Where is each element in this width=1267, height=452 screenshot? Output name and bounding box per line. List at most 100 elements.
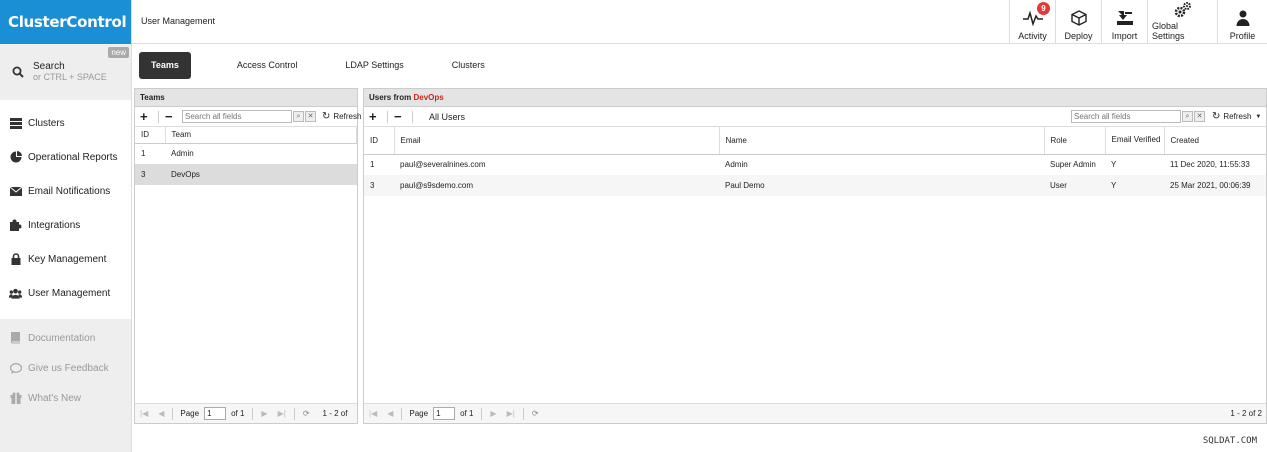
team-name: DevOps	[165, 164, 357, 185]
user-verified: Y	[1105, 175, 1164, 196]
table-row-selected[interactable]: 3 DevOps	[135, 164, 357, 185]
last-page-icon[interactable]: ▶|	[507, 409, 515, 418]
column-header-email[interactable]: Email	[394, 127, 720, 155]
activity-button[interactable]: 9 Activity	[1009, 0, 1055, 44]
import-button[interactable]: Import	[1101, 0, 1147, 44]
sidebar-item-label: Clusters	[28, 117, 65, 129]
column-header-team[interactable]: Team	[165, 127, 357, 144]
tab-access-control[interactable]: Access Control	[225, 52, 310, 79]
refresh-label: Refresh	[1223, 112, 1252, 121]
users-team-name: DevOps	[413, 93, 444, 102]
profile-button[interactable]: Profile	[1217, 0, 1267, 44]
column-header-id[interactable]: ID	[364, 127, 395, 155]
user-name: Admin	[725, 160, 748, 170]
add-team-icon[interactable]: +	[140, 109, 152, 124]
server-icon	[9, 117, 22, 129]
user-id: 3	[364, 175, 394, 196]
sidebar-item-feedback[interactable]: Give us Feedback	[0, 353, 131, 383]
sidebar-item-label: Operational Reports	[28, 151, 118, 163]
team-id: 3	[135, 164, 165, 185]
tab-clusters[interactable]: Clusters	[440, 52, 497, 79]
record-range: 1 - 2 of	[322, 409, 348, 418]
user-role: Super Admin	[1050, 160, 1096, 170]
table-row[interactable]: 1 Admin	[135, 143, 357, 164]
remove-user-icon[interactable]: −	[394, 109, 406, 124]
sidebar-item-label: Give us Feedback	[28, 362, 109, 374]
search-icon[interactable]: ⌕	[1182, 111, 1193, 122]
user-email: paul@severalnines.com	[400, 160, 486, 170]
puzzle-icon	[9, 219, 22, 231]
new-badge: new	[108, 47, 129, 58]
sidebar-item-documentation[interactable]: Documentation	[0, 323, 131, 353]
clear-search-icon[interactable]: ✕	[1194, 111, 1205, 122]
table-row[interactable]: 1 paul@severalnines.com Admin Super Admi…	[364, 154, 1266, 175]
global-search[interactable]: Search or CTRL + SPACE new	[0, 44, 131, 100]
users-title-prefix: Users from	[369, 93, 412, 102]
users-toolbar: + − All Users Search all fields ⌕ ✕ ↻ Ref…	[364, 107, 1266, 127]
sidebar-item-operational-reports[interactable]: Operational Reports	[0, 140, 131, 174]
all-users-button[interactable]: All Users	[429, 112, 465, 122]
column-header-role[interactable]: Role	[1044, 127, 1106, 155]
search-icon	[12, 66, 26, 100]
clear-search-icon[interactable]: ✕	[305, 111, 316, 122]
teams-panel-title: Teams	[135, 89, 357, 107]
user-management-tabs: Teams Access Control LDAP Settings Clust…	[139, 52, 521, 79]
prev-page-icon[interactable]: ◀	[387, 409, 393, 418]
teams-panel: Teams + − Search all fields ⌕ ✕ ↻ Refresh…	[134, 88, 361, 424]
sidebar-item-label: What's New	[28, 392, 82, 404]
refresh-icon: ↻	[322, 111, 331, 122]
sidebar-item-key-management[interactable]: Key Management	[0, 242, 131, 276]
page-label: Page	[409, 409, 429, 418]
reload-icon[interactable]: ⟳	[303, 409, 310, 418]
sidebar-item-email-notifications[interactable]: Email Notifications	[0, 174, 131, 208]
page-input[interactable]: 1	[433, 407, 456, 420]
tab-teams[interactable]: Teams	[139, 52, 191, 79]
first-page-icon[interactable]: |◀	[140, 409, 148, 418]
users-search-input[interactable]: Search all fields	[1071, 110, 1181, 123]
sidebar: ClusterControl Search or CTRL + SPACE ne…	[0, 0, 132, 452]
column-header-name[interactable]: Name	[719, 127, 1045, 155]
pie-chart-icon	[9, 151, 22, 163]
activity-label: Activity	[1018, 31, 1047, 41]
users-table: ID Email Name Role Email Verified Create…	[364, 127, 1266, 196]
users-refresh-button[interactable]: ↻ Refresh ▼	[1212, 111, 1261, 122]
last-page-icon[interactable]: ▶|	[278, 409, 286, 418]
sidebar-item-user-management[interactable]: User Management	[0, 276, 131, 310]
profile-label: Profile	[1229, 31, 1256, 41]
column-header-id[interactable]: ID	[135, 127, 166, 144]
first-page-icon[interactable]: |◀	[369, 409, 377, 418]
page-input[interactable]: 1	[204, 407, 227, 420]
remove-team-icon[interactable]: −	[165, 109, 177, 124]
chevron-down-icon: ▼	[1255, 113, 1262, 120]
prev-page-icon[interactable]: ◀	[158, 409, 164, 418]
teams-search-input[interactable]: Search all fields	[182, 110, 292, 123]
sidebar-item-whats-new[interactable]: What's New	[0, 383, 131, 413]
reload-icon[interactable]: ⟳	[532, 409, 539, 418]
teams-table: ID Team 1 Admin 3 DevOps	[135, 127, 357, 185]
sidebar-item-clusters[interactable]: Clusters	[0, 106, 131, 140]
page-title: User Management	[141, 16, 216, 26]
add-user-icon[interactable]: +	[369, 109, 381, 124]
table-row[interactable]: 3 paul@s9sdemo.com Paul Demo User Y 25 M…	[364, 175, 1266, 196]
tab-ldap-settings[interactable]: LDAP Settings	[333, 52, 415, 79]
next-page-icon[interactable]: ▶	[490, 409, 496, 418]
sidebar-secondary: Documentation Give us Feedback What's Ne…	[0, 319, 131, 413]
deploy-button[interactable]: Deploy	[1055, 0, 1101, 44]
sidebar-item-label: Key Management	[28, 253, 107, 265]
teams-refresh-button[interactable]: ↻ Refresh	[322, 111, 361, 122]
app-logo[interactable]: ClusterControl	[0, 0, 131, 44]
next-page-icon[interactable]: ▶	[261, 409, 267, 418]
page-count: of 1	[460, 409, 474, 418]
column-header-created[interactable]: Created	[1164, 127, 1266, 155]
page-count: of 1	[231, 409, 245, 418]
user-id: 1	[370, 160, 375, 170]
team-name: Admin	[171, 149, 194, 159]
teams-toolbar: + − Search all fields ⌕ ✕ ↻ Refresh	[135, 107, 361, 127]
sidebar-item-integrations[interactable]: Integrations	[0, 208, 131, 242]
user-role: User	[1044, 175, 1105, 196]
users-icon	[9, 287, 22, 299]
global-settings-button[interactable]: Global Settings	[1147, 0, 1217, 44]
search-icon[interactable]: ⌕	[293, 111, 304, 122]
gift-icon	[9, 392, 22, 404]
column-header-email-verified[interactable]: Email Verified	[1105, 127, 1165, 155]
